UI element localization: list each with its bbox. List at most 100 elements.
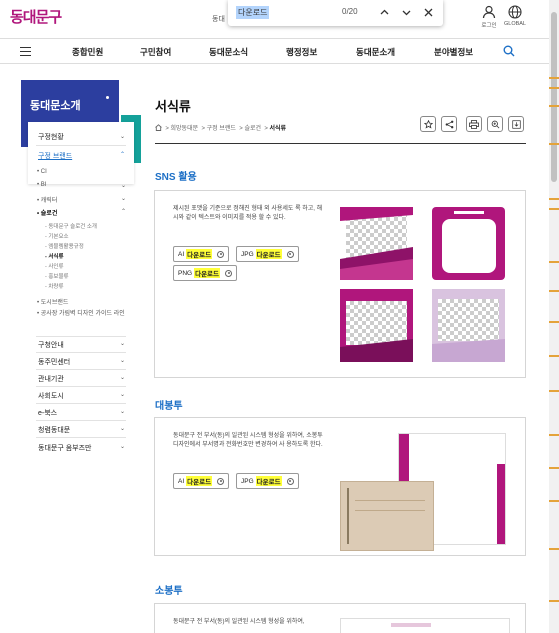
divider [36, 437, 126, 438]
nav-item[interactable]: 분야별정보 [434, 46, 473, 58]
sidebar-sub2-item[interactable]: - 차량류 [45, 282, 64, 290]
chevron-down-icon: ⌄ [121, 196, 127, 202]
nav-item[interactable]: 동대문소개 [356, 46, 395, 58]
breadcrumb-item[interactable]: 희망동대문 [171, 126, 199, 132]
star-icon [423, 119, 433, 129]
chevron-up-icon: ⌃ [120, 152, 126, 158]
sidebar-item[interactable]: 동대문구 옴부즈만 [38, 443, 91, 453]
sub2-label: 엠블렘활용규정 [48, 244, 84, 250]
chevron-down-icon: ⌄ [120, 392, 126, 398]
breadcrumb-item[interactable]: 슬로건 [244, 126, 261, 132]
find-close-button[interactable] [420, 4, 436, 20]
sidebar-sub-item[interactable]: • CI [37, 169, 47, 175]
sidebar-sub-item-active[interactable]: • 슬로건 [37, 208, 57, 217]
print-button[interactable] [466, 116, 482, 132]
sidebar-sub2-item[interactable]: - 사인류 [45, 262, 64, 270]
download-label: 다운로드 [255, 476, 282, 486]
nav-item[interactable]: 행정정보 [286, 46, 317, 58]
sidebar-item[interactable]: 구정현황 [38, 132, 64, 142]
sidebar-item[interactable]: e-북스 [38, 408, 57, 418]
find-match-marker [549, 390, 559, 392]
download-ai-button[interactable]: AI 다운로드 [173, 246, 230, 262]
find-match-marker [549, 105, 559, 107]
sub2-label: 기본요소 [48, 234, 69, 240]
chevron-down-icon: ⌄ [120, 375, 126, 381]
sidebar-item[interactable]: 사회도시 [38, 391, 64, 401]
download-jpg-button[interactable]: JPG 다운로드 [236, 473, 299, 489]
chevron-down-icon: ⌄ [121, 183, 127, 189]
sidebar-sub-item[interactable]: • BI [37, 182, 46, 188]
chevron-down-icon: ⌄ [120, 358, 126, 364]
download-icon [217, 477, 225, 485]
share-button[interactable] [441, 116, 457, 132]
file-type: JPG [241, 250, 254, 258]
sub2-label: 홍보물류 [48, 274, 69, 280]
section-description: 동대문구 전 부서(동)의 일관된 시스템 형성을 위하여, 소봉투 디자인에서… [173, 433, 323, 448]
envelope-image [340, 618, 510, 633]
sidebar-item[interactable]: 동주민센터 [38, 357, 70, 367]
title-divider [155, 143, 526, 144]
find-match-marker [549, 355, 559, 357]
nav-item[interactable]: 구민참여 [140, 46, 171, 58]
download-png-button[interactable]: PNG 다운로드 [173, 265, 238, 281]
site-logo[interactable]: 동대문구 [10, 6, 62, 27]
sns-template-image [432, 289, 505, 362]
sns-template-image [432, 207, 505, 280]
qr-button[interactable] [508, 116, 524, 132]
find-prev-button[interactable] [376, 4, 392, 20]
download-ai-button[interactable]: AI 다운로드 [173, 473, 230, 489]
sidebar-sub2-item[interactable]: - 기본요소 [45, 232, 69, 240]
sns-template-image [340, 289, 413, 362]
sub-label: 도시브랜드 [40, 300, 69, 306]
divider [36, 336, 126, 337]
find-match-marker [549, 198, 559, 200]
sidebar-item-active[interactable]: 구정 브랜드 [38, 151, 72, 161]
user-icon [482, 5, 496, 19]
sub2-label: 서식류 [48, 254, 64, 260]
find-match-marker [549, 500, 559, 502]
nav-item[interactable]: 종합민원 [72, 46, 103, 58]
home-icon[interactable] [155, 124, 162, 131]
find-match-marker [549, 467, 559, 469]
nav-item[interactable]: 동대문소식 [209, 46, 248, 58]
sidebar-item[interactable]: 청렴동대문 [38, 425, 70, 435]
breadcrumb-item[interactable]: 구정 브랜드 [207, 126, 236, 132]
sidebar-sub-item[interactable]: • 캐릭터 [37, 195, 57, 204]
menu-icon[interactable] [20, 47, 31, 57]
dot-icon [106, 96, 109, 99]
download-jpg-button[interactable]: JPG 다운로드 [236, 246, 299, 262]
divider [36, 403, 126, 404]
global-link[interactable]: GLOBAL [500, 5, 530, 27]
chevron-down-icon: ⌄ [120, 426, 126, 432]
sidebar-sub2-item[interactable]: - 홍보물류 [45, 272, 69, 280]
sidebar-sub-item[interactable]: • 공사장 가림벽 디자인 가이드 라인 [37, 310, 129, 319]
global-label: GLOBAL [503, 21, 526, 27]
page-title: 서식류 [155, 99, 191, 114]
find-input[interactable]: 다운로드 [236, 6, 270, 19]
scrollbar-thumb[interactable] [551, 12, 557, 182]
download-label: 다운로드 [255, 249, 282, 259]
sub-label: 캐릭터 [40, 198, 58, 204]
sidebar-title: 동대문소개 [30, 100, 81, 112]
scrollbar[interactable] [549, 0, 559, 633]
divider [36, 352, 126, 353]
sidebar-sub2-item-active[interactable]: - 서식류 [45, 252, 64, 260]
chevron-down-icon [402, 10, 410, 15]
sidebar-sub2-item[interactable]: - 엠블렘활용규정 [45, 242, 84, 250]
font-size-button[interactable] [487, 116, 503, 132]
sidebar-item[interactable]: 관내기관 [38, 374, 64, 384]
find-next-button[interactable] [398, 4, 414, 20]
chevron-down-icon: ⌄ [120, 444, 126, 450]
sub2-label: 사인류 [48, 264, 64, 270]
section-title: 대봉투 [155, 401, 183, 412]
search-icon[interactable] [503, 45, 515, 57]
download-label: 다운로드 [194, 268, 221, 278]
file-type: PNG [178, 269, 193, 277]
sidebar-sub-item[interactable]: • 도시브랜드 [37, 297, 68, 306]
chevron-up-icon [380, 9, 388, 14]
sidebar-sub2-item[interactable]: - 동대문구 슬로건 소개 [45, 222, 97, 230]
bookmark-button[interactable] [420, 116, 436, 132]
sub-label: BI [40, 182, 47, 188]
section-title: SNS 활용 [155, 172, 197, 183]
sidebar-item[interactable]: 구청안내 [38, 340, 64, 350]
